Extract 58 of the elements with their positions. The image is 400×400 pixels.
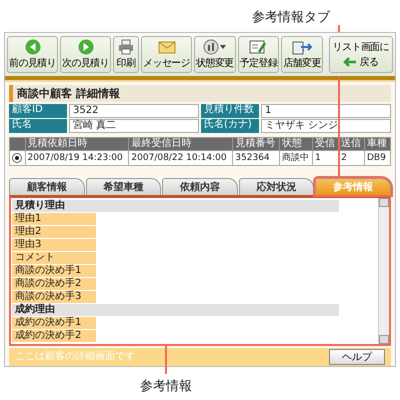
radio-button[interactable]	[12, 153, 22, 163]
column-header: 見積依頼日時	[25, 138, 129, 150]
field-label: 商談の決め手2	[12, 278, 96, 290]
field-value: 宮崎 真二	[69, 119, 199, 133]
tab[interactable]: 依頼内容	[162, 178, 238, 195]
column-header: 最終受信日時	[128, 138, 233, 150]
printer-icon	[118, 39, 134, 55]
field-value: 1	[261, 104, 391, 118]
field-value: ミヤザキ シンジ	[261, 119, 391, 133]
column-header: 車種	[364, 138, 390, 150]
column-header: 受信	[312, 138, 339, 150]
toolbar-button[interactable]: 予定登録	[238, 36, 280, 73]
section-title: 商談中顧客 詳細情報	[9, 85, 391, 102]
annotation-label: 参考情報	[140, 379, 192, 394]
return-arrow-icon	[343, 57, 358, 67]
column-header: 状態	[279, 138, 313, 150]
field-label: コメント	[12, 252, 96, 264]
field-label: 成約の決め手1	[12, 317, 96, 329]
field-label: 理由2	[12, 226, 96, 238]
scrollbar[interactable]	[378, 198, 389, 344]
field-label: 顧客ID	[9, 104, 67, 118]
table-cell: 2007/08/22 10:14:00	[128, 150, 233, 166]
envelope-icon	[158, 39, 176, 55]
table-cell: 2007/08/19 14:23:00	[25, 150, 129, 166]
help-button[interactable]: ヘルプ	[329, 349, 385, 365]
table-cell: DB9	[364, 150, 390, 166]
toolbar-button[interactable]: 印刷	[113, 36, 140, 73]
caret-icon	[220, 45, 226, 49]
board-pencil-icon	[249, 39, 268, 55]
return-to-list-button[interactable]: リスト画面に 戻る	[328, 36, 393, 73]
field-label: 成約の決め手2	[12, 330, 96, 342]
status-chart-icon	[203, 39, 220, 55]
toolbar-button[interactable]: 次の見積り	[60, 36, 112, 73]
field-label: 商談の決め手3	[12, 291, 96, 303]
leader-line	[165, 346, 167, 374]
tab[interactable]: 応対状況	[238, 178, 314, 195]
section-header: 見積り理由	[12, 200, 340, 212]
tab[interactable]: 顧客情報	[9, 178, 85, 195]
table-cell: 商談中	[279, 150, 313, 166]
field-label: 商談の決め手1	[12, 265, 96, 277]
annotation-label: 参考情報タブ	[252, 10, 330, 25]
toolbar-button[interactable]: 状態変更	[194, 36, 236, 73]
field-label: 氏名	[9, 119, 67, 133]
column-header: 送信	[338, 138, 364, 150]
field-label: 理由1	[12, 213, 96, 225]
toolbar-button[interactable]: 店舗変更	[281, 36, 323, 73]
field-value: 3522	[69, 104, 199, 118]
status-text: ここは顧客の詳細画面です	[15, 351, 135, 363]
section-header: 成約理由	[12, 304, 340, 316]
building-arrow-icon	[292, 39, 312, 55]
field-label: 氏名(カナ)	[201, 119, 259, 133]
toolbar-button[interactable]: メッセージ	[141, 36, 192, 73]
table-cell: 352364	[232, 150, 280, 166]
field-label: 見積り件数	[201, 104, 259, 118]
tab[interactable]: 希望車種	[86, 178, 162, 195]
toolbar-button[interactable]: 前の見積り	[7, 36, 58, 73]
field-label: 理由3	[12, 239, 96, 251]
column-header: 見積番号	[232, 138, 280, 150]
